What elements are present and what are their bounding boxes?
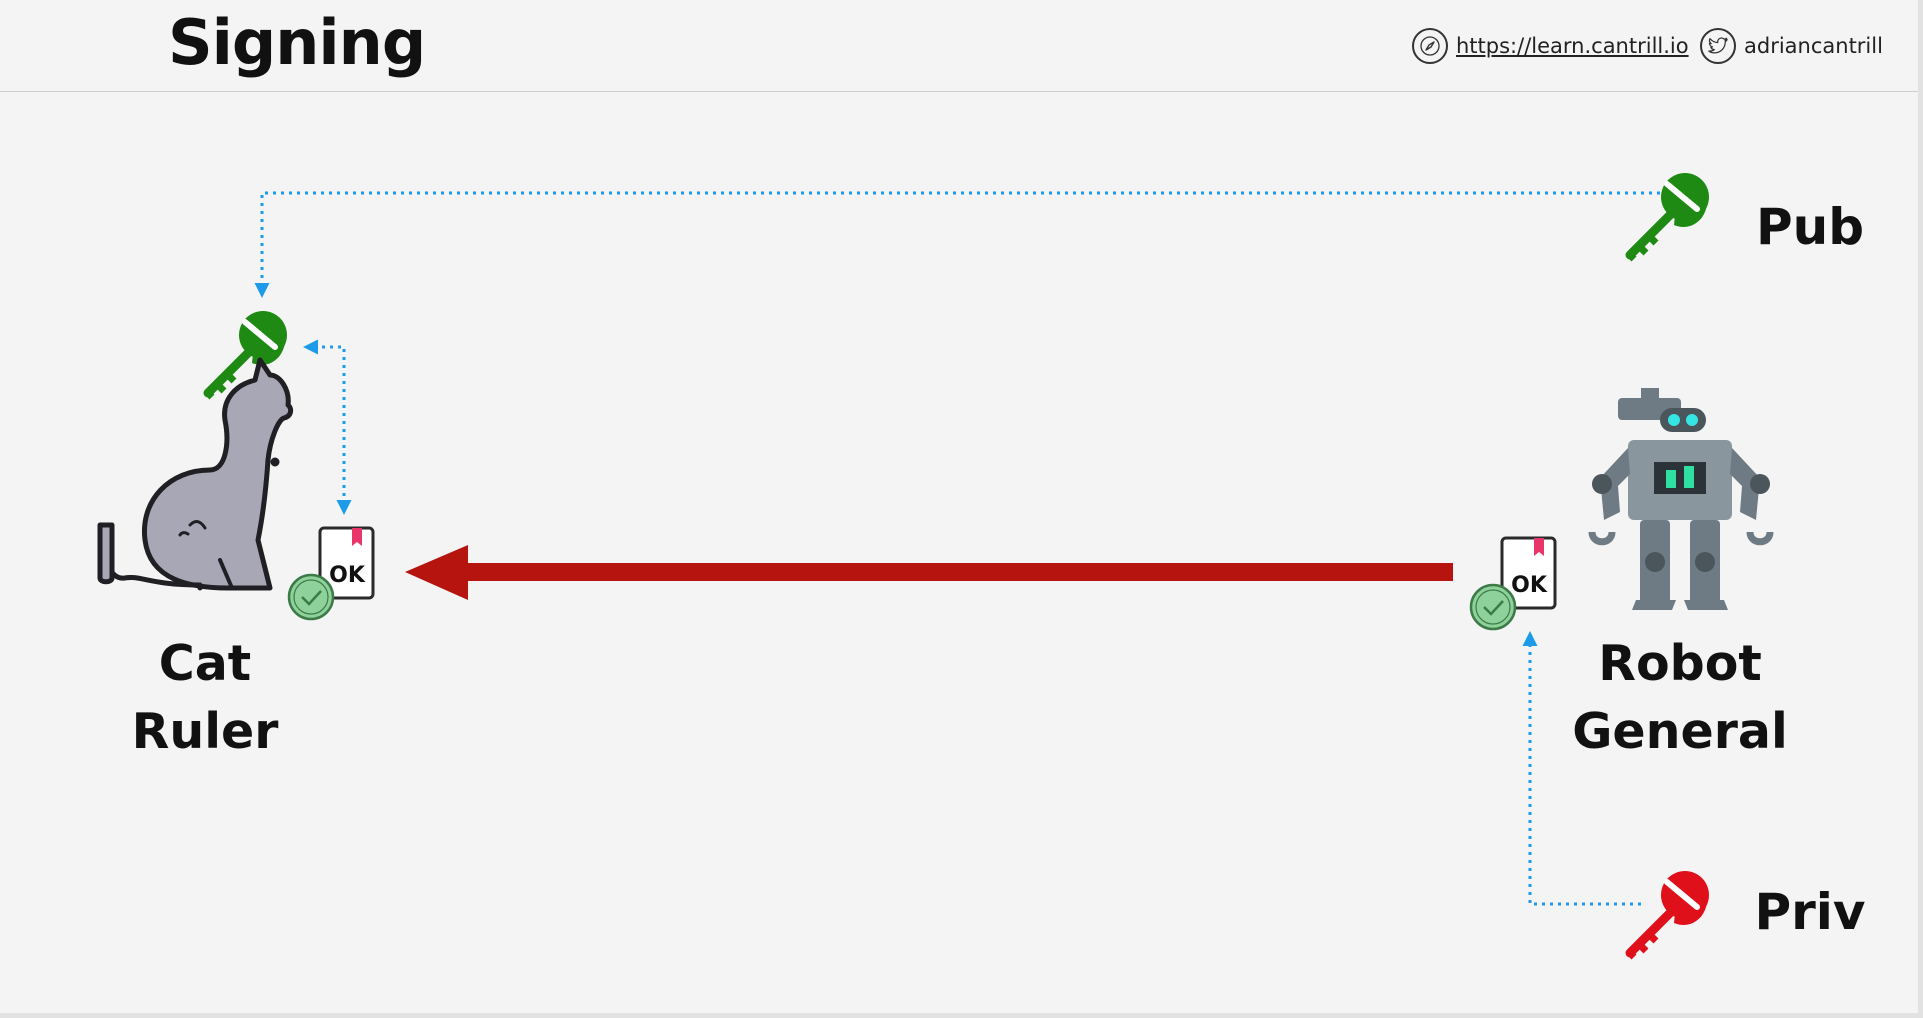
- private-key-label: Priv: [1754, 883, 1866, 941]
- private-key-icon: [1630, 871, 1709, 957]
- public-key-label: Pub: [1755, 198, 1865, 256]
- message-arrow: [405, 545, 1453, 600]
- cat-icon: [97, 357, 294, 591]
- sender-label-line2: General: [1572, 703, 1788, 760]
- sender-label-line1: Robot: [1598, 635, 1762, 692]
- recipient-label: Cat Ruler: [105, 630, 305, 766]
- robot-document-text: OK: [1511, 573, 1548, 598]
- public-key-distribution-line: [254, 191, 1668, 298]
- robot-icon: [1588, 388, 1774, 610]
- signing-diagram: OK OK: [97, 0, 1774, 1018]
- recipient-label-line2: Ruler: [131, 703, 279, 760]
- recipient-label-line1: Cat: [158, 635, 252, 692]
- cat-document-text: OK: [329, 563, 366, 588]
- cat-signed-document-icon: OK: [287, 526, 375, 621]
- public-key-icon: [1630, 173, 1709, 259]
- verify-key-link: [303, 339, 352, 515]
- robot-signed-document-icon: OK: [1469, 536, 1557, 631]
- sender-label: Robot General: [1560, 630, 1800, 766]
